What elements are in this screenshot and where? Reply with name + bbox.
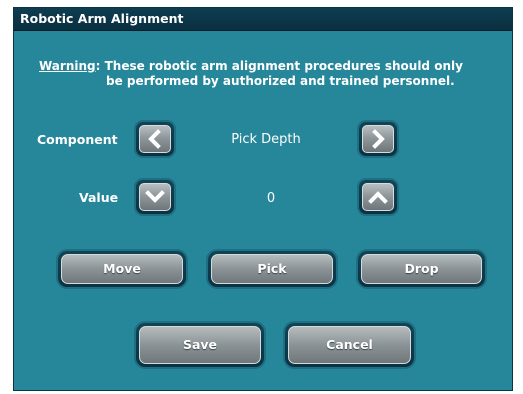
move-button[interactable]: Move [58, 251, 186, 287]
chevron-left-icon [148, 129, 161, 149]
chevron-right-icon [372, 129, 385, 149]
pick-button-label: Pick [257, 261, 287, 276]
value-decrease-button[interactable] [136, 180, 174, 214]
alignment-dialog: Robotic Arm Alignment Warning: These rob… [13, 7, 513, 391]
drop-button[interactable]: Drop [358, 251, 485, 287]
save-button-label: Save [182, 337, 218, 352]
title-bar: Robotic Arm Alignment [14, 8, 512, 31]
component-label: Component [37, 132, 118, 147]
chevron-down-icon [145, 190, 165, 203]
component-prev-button[interactable] [136, 122, 174, 156]
drop-button-label: Drop [404, 261, 439, 276]
component-next-button[interactable] [359, 122, 397, 156]
cancel-button-label: Cancel [326, 337, 373, 352]
pick-button[interactable]: Pick [208, 251, 336, 287]
chevron-up-icon [368, 191, 388, 204]
window-title: Robotic Arm Alignment [20, 11, 184, 26]
save-button[interactable]: Save [136, 323, 264, 367]
value-display: 0 [266, 191, 276, 206]
cancel-button[interactable]: Cancel [285, 323, 414, 367]
value-label: Value [79, 190, 119, 205]
warning-message: Warning: These robotic arm alignment pro… [39, 59, 463, 88]
warning-text-line1: These robotic arm alignment procedures s… [104, 59, 463, 73]
value-increase-button[interactable] [359, 180, 397, 214]
component-value: Pick Depth [231, 132, 301, 147]
move-button-label: Move [103, 261, 141, 276]
warning-label: Warning [39, 59, 96, 73]
warning-text-line2: be performed by authorized and trained p… [106, 74, 455, 88]
